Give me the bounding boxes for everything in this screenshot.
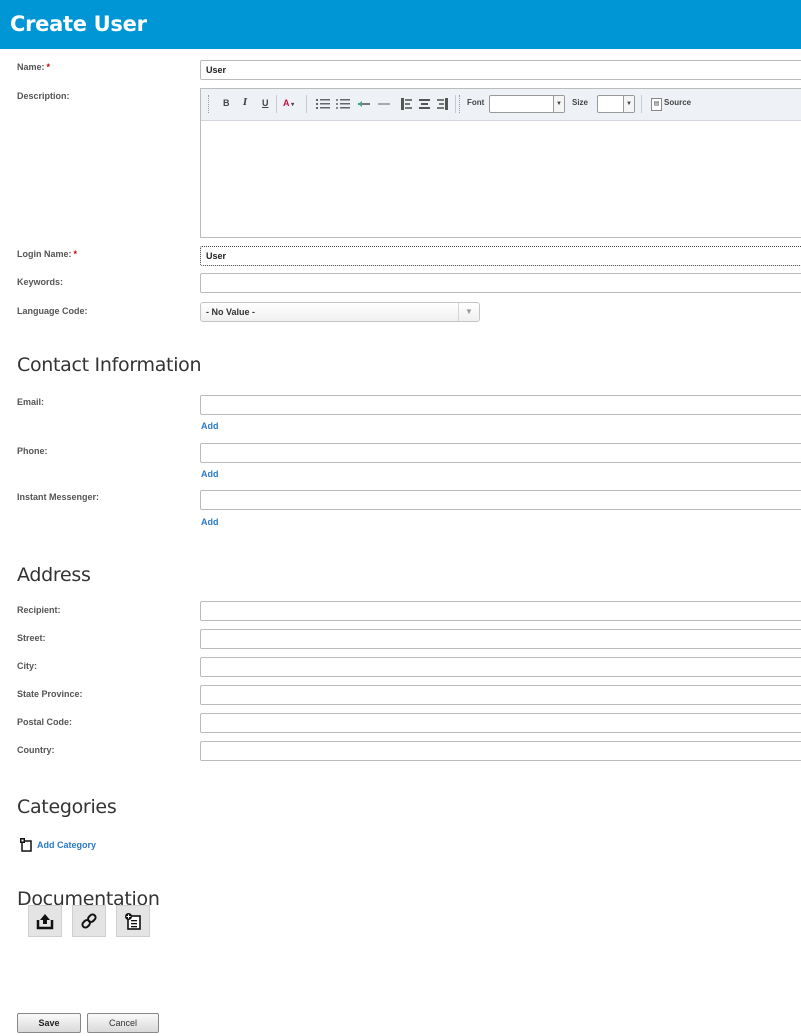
required-marker: * — [73, 249, 78, 259]
editor-toolbar: B I U A ▾ Font ▼ Size ▼ ▤ Source — [201, 89, 801, 121]
language-code-select[interactable]: - No Value - ▼ — [200, 302, 480, 322]
name-input[interactable]: User — [200, 60, 801, 80]
city-label: City: — [17, 661, 37, 671]
chain-link-icon — [81, 913, 97, 929]
cancel-button[interactable]: Cancel — [87, 1013, 159, 1033]
link-document-button[interactable] — [72, 905, 106, 937]
outdent-icon[interactable] — [358, 99, 370, 109]
size-label: Size — [572, 98, 589, 107]
new-document-icon — [125, 913, 141, 930]
add-category-link[interactable]: Add Category — [37, 840, 96, 850]
state-province-label: State Province: — [17, 689, 83, 699]
recipient-input[interactable] — [200, 601, 801, 621]
bullet-list-icon[interactable] — [336, 98, 350, 110]
align-center-icon[interactable] — [419, 98, 430, 110]
numbered-list-icon[interactable] — [316, 98, 330, 110]
keywords-label: Keywords: — [17, 277, 64, 287]
instant-messenger-input[interactable] — [200, 490, 801, 510]
categories-section-title: Categories — [17, 796, 117, 818]
language-code-label: Language Code: — [17, 306, 88, 316]
email-label: Email: — [17, 397, 45, 407]
new-document-button[interactable] — [116, 905, 150, 937]
description-editor[interactable]: B I U A ▾ Font ▼ Size ▼ ▤ Source — [200, 88, 801, 238]
add-category-icon[interactable] — [17, 838, 33, 852]
page-title: Create User — [10, 12, 147, 36]
address-section-title: Address — [17, 564, 91, 586]
editor-content-area[interactable] — [201, 121, 801, 238]
source-button[interactable]: Source — [664, 98, 691, 107]
page-header: Create User — [0, 0, 801, 49]
indent-icon[interactable] — [378, 99, 390, 109]
postal-code-label: Postal Code: — [17, 717, 73, 727]
country-label: Country: — [17, 745, 55, 755]
upload-icon — [36, 914, 54, 930]
street-label: Street: — [17, 633, 46, 643]
city-input[interactable] — [200, 657, 801, 677]
bold-button[interactable]: B — [223, 98, 230, 108]
contact-section-title: Contact Information — [17, 354, 202, 376]
instant-messenger-label: Instant Messenger: — [17, 492, 100, 502]
state-province-input[interactable] — [200, 685, 801, 705]
description-label: Description: — [17, 91, 70, 101]
upload-document-button[interactable] — [28, 905, 62, 937]
street-input[interactable] — [200, 629, 801, 649]
phone-input[interactable] — [200, 443, 801, 463]
add-phone-link[interactable]: Add — [201, 469, 219, 479]
size-select[interactable]: ▼ — [597, 95, 635, 113]
chevron-down-icon: ▼ — [458, 303, 479, 321]
font-color-button[interactable]: A ▾ — [283, 98, 294, 108]
login-name-input[interactable]: User — [200, 246, 801, 266]
postal-code-input[interactable] — [200, 713, 801, 733]
source-icon: ▤ — [651, 98, 662, 111]
add-email-link[interactable]: Add — [201, 421, 219, 431]
align-left-icon[interactable] — [401, 98, 412, 110]
email-input[interactable] — [200, 395, 801, 415]
save-button[interactable]: Save — [17, 1013, 81, 1033]
phone-label: Phone: — [17, 446, 48, 456]
add-messenger-link[interactable]: Add — [201, 517, 219, 527]
italic-button[interactable]: I — [243, 98, 247, 108]
align-right-icon[interactable] — [437, 98, 448, 110]
keywords-input[interactable] — [200, 273, 801, 293]
required-marker: * — [46, 62, 51, 72]
login-name-label: Login Name: * — [17, 249, 78, 259]
recipient-label: Recipient: — [17, 605, 61, 615]
font-select[interactable]: ▼ — [489, 95, 565, 113]
name-label: Name: * — [17, 62, 51, 72]
underline-button[interactable]: U — [262, 98, 269, 108]
font-label: Font — [467, 98, 485, 107]
country-input[interactable] — [200, 741, 801, 761]
